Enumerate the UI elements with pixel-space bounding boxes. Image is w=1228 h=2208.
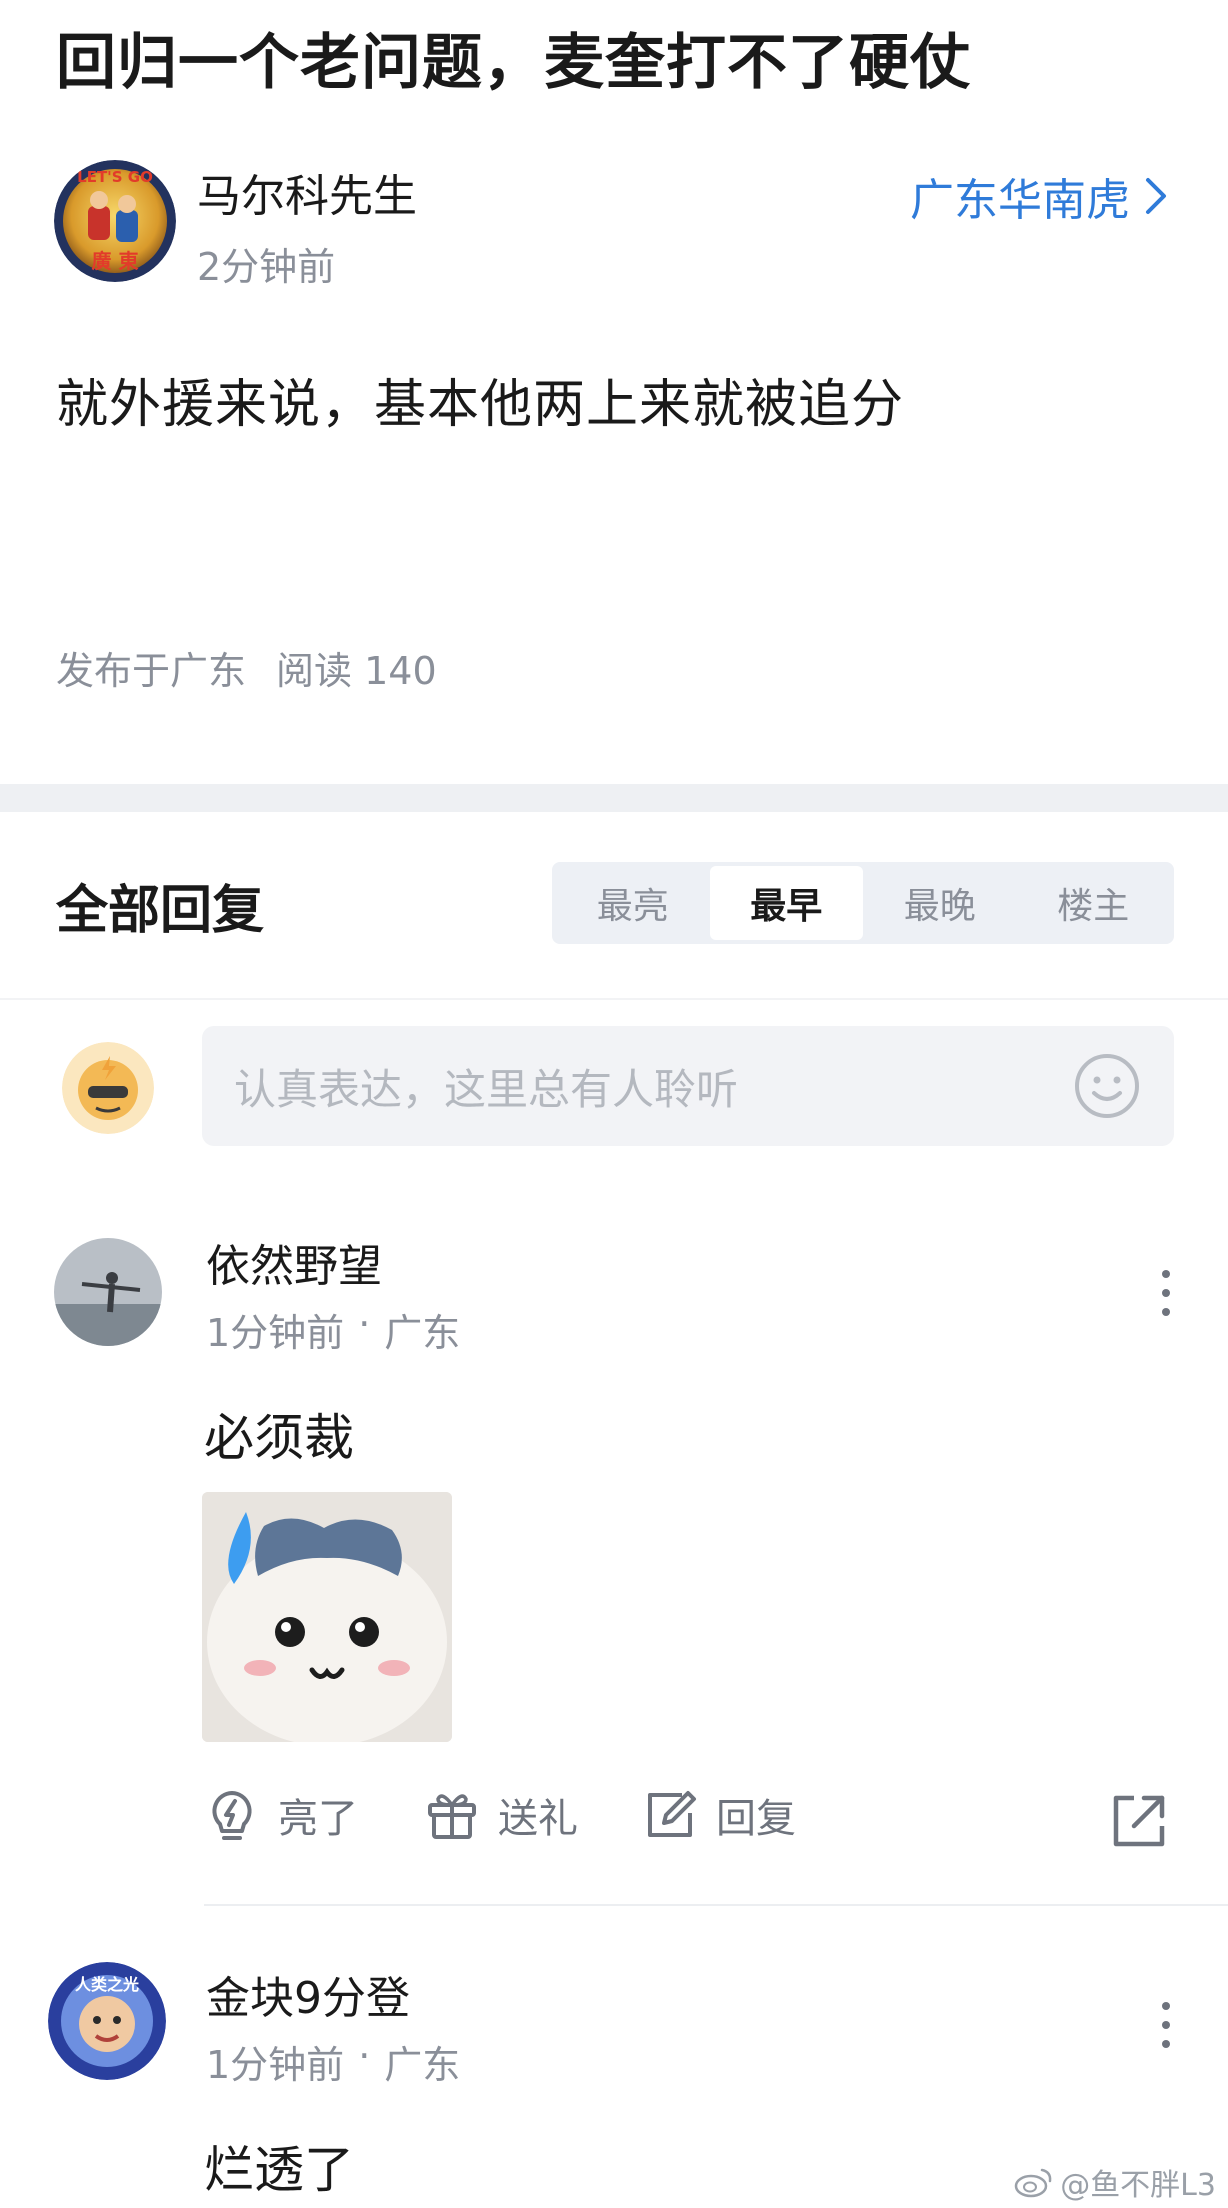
comment-sticker[interactable] bbox=[202, 1492, 452, 1742]
comment-actions: 亮了 送礼 回复 bbox=[204, 1786, 1178, 1856]
post-body: 就外援来说，基本他两上来就被追分 bbox=[56, 375, 905, 435]
commenter-name[interactable]: 依然野望 bbox=[206, 1230, 382, 1294]
section-divider bbox=[0, 784, 1228, 812]
commenter-avatar[interactable] bbox=[54, 1238, 162, 1346]
comment-time: 1分钟前 bbox=[206, 2043, 345, 2087]
more-options-icon[interactable] bbox=[1156, 2000, 1176, 2050]
replies-header: 全部回复 bbox=[56, 881, 265, 941]
author-name[interactable]: 马尔科先生 bbox=[197, 160, 417, 224]
share-icon[interactable] bbox=[1108, 1790, 1170, 1852]
post-reads: 阅读 140 bbox=[276, 649, 437, 693]
meta-separator: · bbox=[358, 1302, 371, 1346]
comment-input[interactable]: 认真表达，这里总有人聆听 bbox=[202, 1026, 1174, 1146]
comment-divider bbox=[204, 1904, 1228, 1906]
topic-link[interactable]: 广东华南虎 bbox=[910, 164, 1168, 228]
my-avatar[interactable] bbox=[62, 1042, 154, 1134]
like-label: 亮了 bbox=[278, 1796, 358, 1842]
weibo-icon bbox=[1014, 2168, 1052, 2198]
sort-tab-op[interactable]: 楼主 bbox=[1017, 866, 1171, 940]
sort-tab-latest[interactable]: 最晚 bbox=[863, 866, 1017, 940]
edit-icon bbox=[648, 1791, 696, 1837]
sticker-image bbox=[202, 1492, 452, 1742]
post-location: 发布于广东 bbox=[56, 649, 247, 693]
commenter-avatar[interactable]: 人类之光 bbox=[48, 1962, 166, 2080]
comment-input-placeholder: 认真表达，这里总有人聆听 bbox=[234, 1064, 739, 1114]
comment-location: 广东 bbox=[384, 2043, 461, 2087]
watermark: @鱼不胖L3 bbox=[1014, 2160, 1216, 2204]
author-avatar[interactable]: LET'S GO 廣 東 bbox=[54, 160, 176, 282]
sort-tab-earliest[interactable]: 最早 bbox=[709, 866, 863, 940]
sort-tabs: 最亮 最早 最晚 楼主 bbox=[552, 862, 1174, 944]
post-title: 回归一个老问题，麦奎打不了硬仗 bbox=[56, 28, 971, 98]
gift-icon bbox=[428, 1794, 476, 1839]
topic-name: 广东华南虎 bbox=[910, 175, 1130, 226]
comment-meta: 1分钟前 · 广东 bbox=[206, 1302, 460, 1357]
comment-location: 广东 bbox=[384, 1311, 461, 1355]
comment-text: 必须裁 bbox=[204, 1409, 354, 1467]
avatar-text-bottom: 廣 東 bbox=[92, 249, 139, 273]
emoji-icon[interactable] bbox=[1072, 1051, 1142, 1121]
divider bbox=[0, 998, 1228, 1000]
gift-label: 送礼 bbox=[498, 1796, 578, 1842]
comment-text: 烂透了 bbox=[204, 2141, 354, 2199]
avatar-text-top: LET'S GO bbox=[77, 168, 153, 186]
chevron-right-icon bbox=[1146, 178, 1166, 214]
sort-tab-brightest[interactable]: 最亮 bbox=[556, 866, 710, 940]
post-meta: 发布于广东 阅读 140 bbox=[56, 640, 437, 695]
robot-avatar-icon bbox=[62, 1042, 154, 1134]
watermark-text: @鱼不胖L3 bbox=[1060, 2168, 1216, 2203]
reply-label: 回复 bbox=[716, 1796, 796, 1842]
commenter-name[interactable]: 金块9分登 bbox=[206, 1962, 410, 2026]
author-time: 2分钟前 bbox=[197, 245, 336, 289]
lightbulb-icon bbox=[212, 1791, 252, 1840]
comment-time: 1分钟前 bbox=[206, 1311, 345, 1355]
author-avatar-image: LET'S GO 廣 東 bbox=[54, 160, 176, 282]
commenter-avatar-image bbox=[54, 1238, 162, 1346]
commenter-avatar-image: 人类之光 bbox=[48, 1962, 166, 2080]
gift-button[interactable]: 送礼 bbox=[424, 1786, 578, 1844]
reply-button[interactable]: 回复 bbox=[642, 1786, 796, 1844]
avatar-text: 人类之光 bbox=[75, 1975, 139, 1994]
more-options-icon[interactable] bbox=[1156, 1268, 1176, 1318]
comment-meta: 1分钟前 · 广东 bbox=[206, 2034, 460, 2089]
like-button[interactable]: 亮了 bbox=[204, 1786, 358, 1844]
meta-separator: · bbox=[358, 2034, 371, 2078]
